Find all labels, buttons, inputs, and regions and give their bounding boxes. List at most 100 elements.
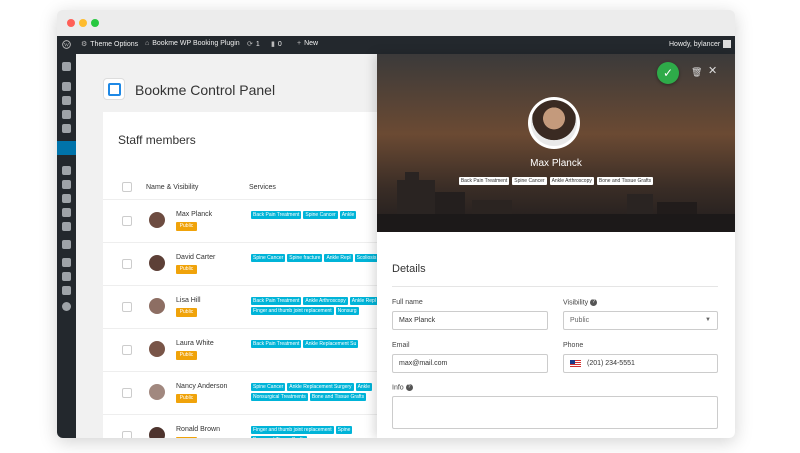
profile-header: ✓ 🗑 ✕ Max Planck Back Pain Treatment Spi… (377, 54, 735, 232)
user-account-link[interactable]: Howdy, bylancer (669, 40, 732, 48)
table-row[interactable]: Max Planck Public Back Pain Treatment Spine… (103, 200, 377, 243)
settings-icon[interactable] (62, 222, 71, 231)
email-field[interactable]: max@mail.com (392, 354, 548, 373)
comments-count: 0 (277, 40, 282, 48)
column-name-visibility: Name & Visibility (146, 184, 199, 191)
us-flag-icon[interactable] (570, 359, 581, 367)
select-all-checkbox[interactable] (122, 182, 132, 192)
pin-icon[interactable] (62, 82, 71, 91)
theme-options-link[interactable]: ⚙ Theme Options (81, 40, 139, 49)
services-list: Back Pain Treatment Ankle Replacement Su (251, 340, 377, 348)
comments-icon[interactable] (62, 124, 71, 133)
avatar (149, 341, 165, 357)
row-checkbox[interactable] (122, 259, 132, 269)
collapse-menu-icon[interactable] (62, 302, 71, 311)
trash-icon[interactable]: 🗑 (691, 67, 702, 77)
profile-avatar (528, 97, 580, 149)
service-tag: Back Pain Treatment (251, 340, 302, 348)
close-window-dot[interactable] (67, 19, 75, 27)
avatar (149, 427, 165, 438)
visibility-badge: Public (176, 351, 197, 360)
help-icon[interactable]: ? (590, 299, 598, 306)
staff-details-drawer: ✓ 🗑 ✕ Max Planck Back Pain Treatment Spi… (377, 54, 735, 438)
details-heading: Details (392, 263, 426, 275)
service-tag: Ankle Replacement Su (303, 340, 359, 348)
service-tag: Bone and Tissue Grafts (251, 436, 308, 438)
services-list: Back Pain Treatment Ankle Arthroscopy Ankl… (251, 297, 377, 315)
staff-name[interactable]: Max Planck (176, 211, 212, 218)
service-tag: Back Pain Treatment (251, 211, 302, 219)
new-content-link[interactable]: + New (297, 40, 318, 47)
phone-field[interactable]: (201) 234-5551 (563, 354, 718, 373)
home-icon: ⌂ (145, 40, 150, 47)
table-row[interactable]: Lisa Hill Public Back Pain Treatment Ankle … (103, 286, 377, 329)
avatar (149, 212, 165, 228)
gear-icon: ⚙ (81, 41, 88, 48)
service-tag: Bone and Tissue Grafts (309, 393, 367, 401)
table-row[interactable]: David Carter Public Spine Cancer Spine frac… (103, 243, 377, 286)
comment-icon: ▮ (271, 41, 275, 48)
staff-name[interactable]: Nancy Anderson (176, 383, 227, 390)
service-tag: Finger and thumb joint replacement (251, 307, 334, 315)
user-avatar-icon (723, 40, 732, 48)
save-button[interactable]: ✓ (657, 62, 679, 84)
refresh-icon: ⟳ (247, 41, 253, 48)
layout-icon[interactable] (62, 258, 71, 267)
info-textarea[interactable] (392, 396, 718, 429)
staff-table-header: Name & Visibility Services (103, 172, 377, 200)
staff-name[interactable]: Ronald Brown (176, 426, 220, 433)
service-tag: Spine Cancer (251, 254, 286, 262)
staff-name[interactable]: Lisa Hill (176, 297, 201, 304)
info-label: Info ? (392, 384, 413, 391)
grid-icon[interactable] (62, 272, 71, 281)
row-checkbox[interactable] (122, 216, 132, 226)
users-icon[interactable] (62, 194, 71, 203)
pin-secondary-icon[interactable] (62, 286, 71, 295)
table-row[interactable]: Laura White Public Back Pain Treatment Ankl… (103, 329, 377, 372)
row-checkbox[interactable] (122, 345, 132, 355)
updates-link[interactable]: ⟳ 1 (247, 40, 260, 49)
media-icon[interactable] (62, 96, 71, 105)
theme-options-label: Theme Options (90, 40, 139, 48)
service-tag: Ankle Repl (324, 254, 353, 262)
service-tag: Ankle (339, 211, 357, 219)
service-tag: Back Pain Treatment (251, 297, 302, 305)
staff-name[interactable]: David Carter (176, 254, 215, 261)
services-list: Finger and thumb joint replacementSpine B… (251, 426, 377, 438)
comments-link[interactable]: ▮ 0 (271, 40, 282, 49)
plugins-icon[interactable] (62, 180, 71, 189)
maximize-window-dot[interactable] (91, 19, 99, 27)
visibility-label-text: Visibility (563, 299, 589, 307)
dashboard-icon[interactable] (62, 62, 71, 71)
pages-icon[interactable] (62, 110, 71, 119)
row-checkbox[interactable] (122, 302, 132, 312)
visibility-value: Public (570, 317, 590, 324)
bookme-calendar-icon[interactable] (57, 141, 76, 155)
services-list: Spine Cancer Spine fracture Ankle Repl Scol… (251, 254, 377, 262)
staff-panel: Staff members Name & Visibility Services… (103, 112, 377, 438)
help-icon[interactable]: ? (405, 384, 413, 391)
page-title: Bookme Control Panel (135, 82, 276, 98)
profile-service-tag: Back Pain Treatment (458, 177, 510, 185)
site-name-label: Bookme WP Booking Plugin (152, 40, 240, 47)
visibility-badge: Public (176, 394, 197, 403)
service-tag: Nonsurgical Treatments (251, 393, 308, 401)
wp-admin-sidebar (57, 54, 76, 438)
appearance-icon[interactable] (62, 166, 71, 175)
forms-icon[interactable] (62, 240, 71, 249)
minimize-window-dot[interactable] (79, 19, 87, 27)
table-row[interactable]: Nancy Anderson Public Spine Cancer Ankle Re… (103, 372, 377, 415)
row-checkbox[interactable] (122, 431, 132, 438)
tools-icon[interactable] (62, 208, 71, 217)
row-checkbox[interactable] (122, 388, 132, 398)
table-row[interactable]: Ronald Brown Public Finger and thumb joint… (103, 415, 377, 438)
main-content: Bookme Control Panel Staff members Name … (76, 54, 377, 438)
visibility-badge: Public (176, 222, 197, 231)
full-name-field[interactable]: Max Planck (392, 311, 548, 330)
visibility-select[interactable]: Public ▼ (563, 311, 718, 330)
staff-name[interactable]: Laura White (176, 340, 214, 347)
service-tag: Ankle Arthroscopy (303, 297, 348, 305)
site-name-link[interactable]: ⌂ Bookme WP Booking Plugin (145, 40, 240, 47)
close-icon[interactable]: ✕ (708, 65, 717, 77)
wordpress-logo-icon[interactable]: W (62, 40, 71, 49)
